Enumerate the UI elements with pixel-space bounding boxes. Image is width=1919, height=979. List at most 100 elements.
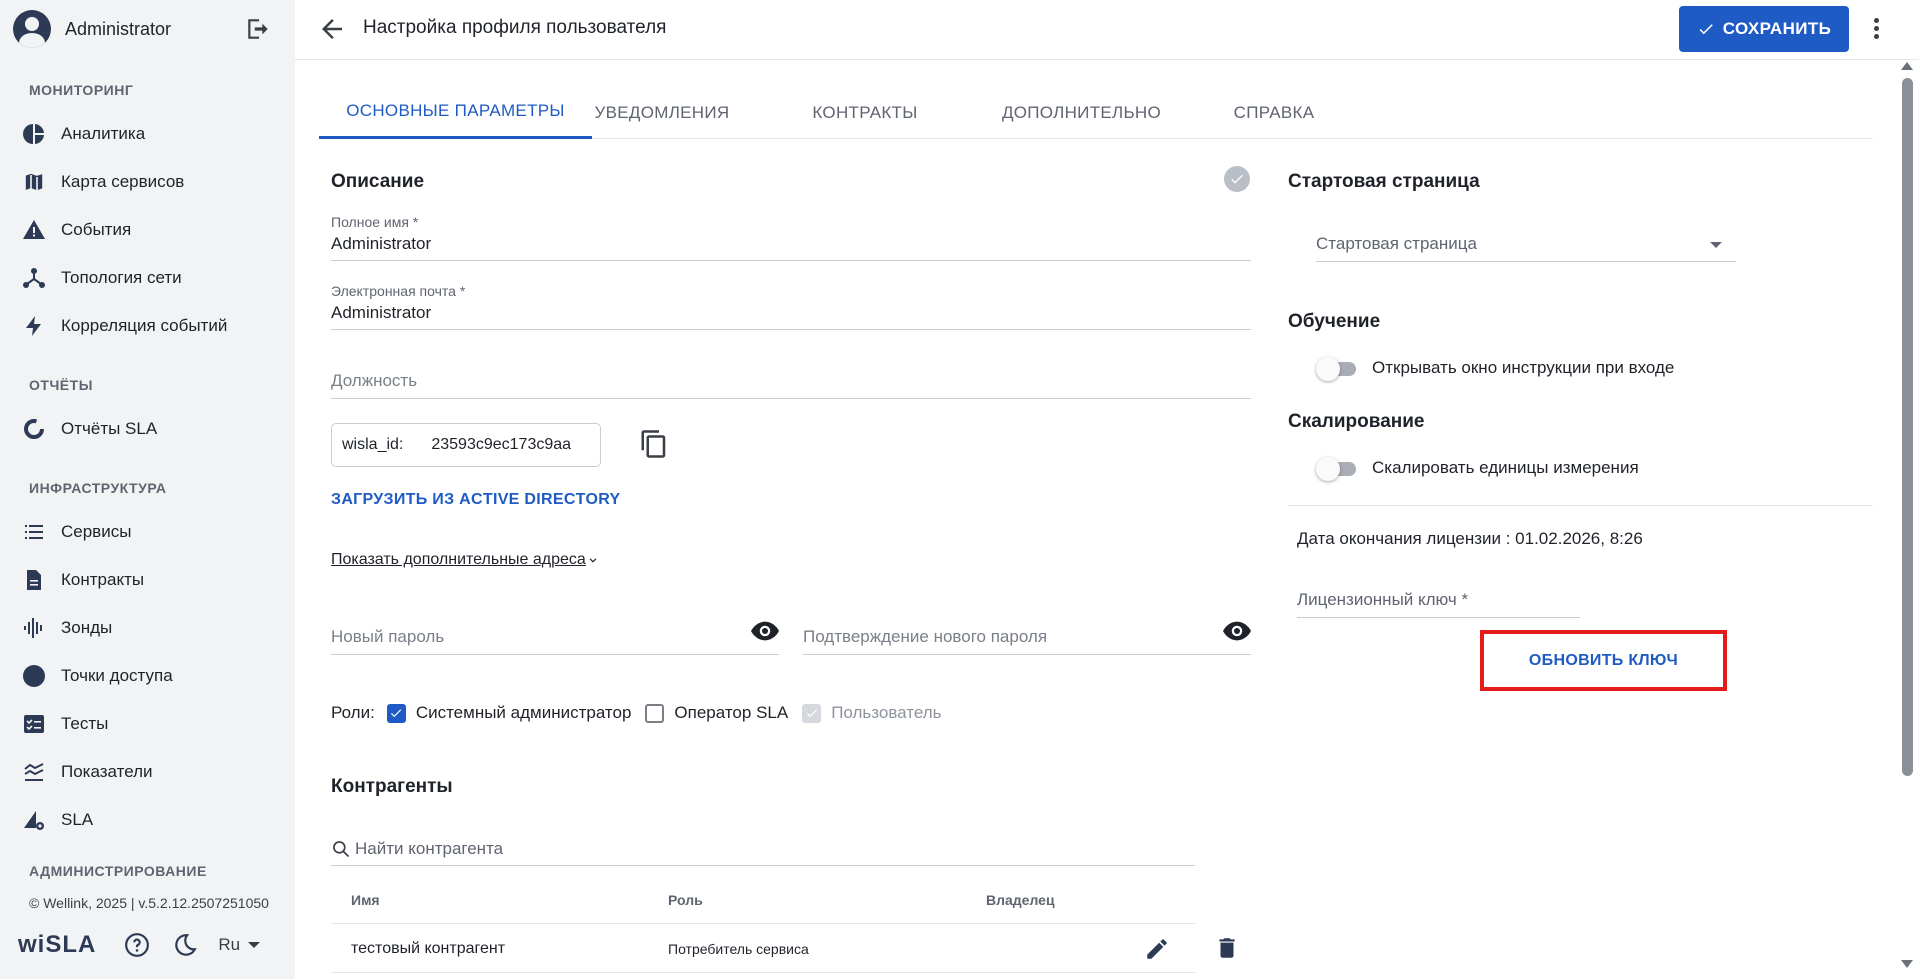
cell-role: Потребитель сервиса	[668, 940, 809, 957]
tab-basic[interactable]: ОСНОВНЫЕ ПАРАМЕТРЫ	[319, 86, 592, 139]
user-profile[interactable]: Administrator	[13, 10, 283, 48]
training-toggle-label: Открывать окно инструкции при входе	[1372, 358, 1675, 377]
eye-icon[interactable]	[751, 621, 779, 641]
scroll-down-arrow[interactable]	[1901, 960, 1913, 968]
map-icon	[20, 168, 48, 196]
chevron-down-icon	[589, 558, 597, 563]
sidebar-item-label: Контракты	[61, 570, 145, 589]
wisla-id-field[interactable]: wisla_id: 23593c9ec173c9aa	[331, 423, 601, 467]
search-placeholder: Найти контрагента	[355, 838, 504, 858]
description-title: Описание	[331, 171, 425, 192]
sidebar-item-analytics[interactable]: Аналитика	[20, 117, 280, 151]
sidebar-item-label: Показатели	[61, 762, 153, 781]
table-header: Имя Роль Владелец	[331, 877, 1195, 924]
sidebar-item-label: Тесты	[61, 714, 109, 733]
tab-help[interactable]: СПРАВКА	[1216, 86, 1332, 139]
license-key-field[interactable]: Лицензионный ключ *	[1297, 586, 1580, 618]
sidebar-item-label: Отчёты SLA	[61, 419, 158, 438]
tab-additional[interactable]: ДОПОЛНИТЕЛЬНО	[995, 86, 1168, 139]
full-name-field[interactable]: Полное имя * Administrator	[331, 210, 1251, 261]
dark-mode-icon[interactable]	[170, 930, 200, 960]
back-arrow-icon[interactable]	[317, 14, 347, 44]
sidebar-item-tests[interactable]: Тесты	[20, 707, 280, 741]
load-from-ad-button[interactable]: ЗАГРУЗИТЬ ИЗ ACTIVE DIRECTORY	[331, 491, 620, 509]
save-button[interactable]: СОХРАНИТЬ	[1679, 6, 1849, 52]
scrollbar-thumb[interactable]	[1902, 78, 1913, 776]
save-label: СОХРАНИТЬ	[1722, 19, 1832, 38]
sidebar-item-contracts[interactable]: Контракты	[20, 563, 280, 597]
role-label: Системный администратор	[415, 703, 632, 722]
language-value: Ru	[218, 935, 241, 954]
signal-icon	[20, 614, 48, 642]
chevron-down-icon	[1710, 242, 1722, 248]
show-more-label: Показать дополнительные адреса	[331, 551, 586, 568]
sidebar-item-service-map[interactable]: Карта сервисов	[20, 165, 280, 199]
sidebar-footer: wiSLA Ru	[18, 928, 278, 962]
search-icon	[333, 840, 350, 857]
sidebar-item-label: Аналитика	[61, 124, 146, 143]
show-more-addresses-link[interactable]: Показать дополнительные адреса	[331, 551, 600, 569]
role-label: Оператор SLA	[674, 703, 789, 722]
donut-icon	[20, 415, 48, 443]
help-icon[interactable]	[122, 930, 152, 960]
counterparty-search-input[interactable]: Найти контрагента	[331, 832, 1195, 866]
language-select[interactable]: Ru	[218, 935, 261, 955]
copyright: © Wellink, 2025 | v.5.2.12.2507251050	[29, 895, 269, 911]
new-password-field[interactable]: Новый пароль	[331, 619, 779, 655]
copy-icon[interactable]	[639, 429, 669, 459]
license-expiry: Дата окончания лицензии : 01.02.2026, 8:…	[1297, 529, 1643, 548]
sidebar-item-services[interactable]: Сервисы	[20, 515, 280, 549]
confirm-password-field[interactable]: Подтверждение нового пароля	[803, 619, 1251, 655]
sla-gear-icon	[20, 806, 48, 834]
confirm-password-placeholder: Подтверждение нового пароля	[803, 627, 1048, 646]
sidebar-item-sla[interactable]: SLA	[20, 803, 280, 837]
position-field[interactable]: Должность	[331, 367, 1251, 399]
scroll-up-arrow[interactable]	[1901, 62, 1913, 70]
wisla-id-value: 23593c9ec173c9aa	[431, 436, 572, 453]
training-toggle[interactable]	[1316, 357, 1358, 381]
tab-contracts[interactable]: КОНТРАКТЫ	[794, 86, 936, 139]
sidebar-item-label: Сервисы	[61, 522, 132, 541]
sidebar-item-events[interactable]: События	[20, 213, 280, 247]
edit-icon[interactable]	[1144, 936, 1170, 962]
sidebar: Administrator МОНИТОРИНГ Аналитика Карта…	[0, 0, 295, 979]
roles-group: Роли: Системный администратор Оператор S…	[331, 700, 954, 726]
sidebar-item-sla-reports[interactable]: Отчёты SLA	[20, 412, 280, 446]
sidebar-item-label: Топология сети	[61, 268, 182, 287]
sidebar-item-correlation[interactable]: Корреляция событий	[20, 309, 280, 343]
scaling-toggle-row: Скалировать единицы измерения	[1316, 453, 1639, 483]
email-field[interactable]: Электронная почта * Administrator	[331, 279, 1251, 330]
table-row[interactable]: тестовый контрагент Потребитель сервиса	[331, 925, 1195, 973]
sidebar-item-label: Корреляция событий	[61, 316, 228, 335]
scaling-toggle-label: Скалировать единицы измерения	[1372, 458, 1639, 477]
sidebar-item-topology[interactable]: Топология сети	[20, 261, 280, 295]
role-checkbox-sysadmin[interactable]	[386, 703, 406, 723]
training-title: Обучение	[1288, 311, 1381, 332]
sidebar-item-probes[interactable]: Зонды	[20, 611, 280, 645]
cell-name: тестовый контрагент	[351, 939, 506, 957]
refresh-key-button[interactable]: ОБНОВИТЬ КЛЮЧ	[1480, 630, 1727, 691]
topology-icon	[20, 264, 48, 292]
role-label: Пользователь	[831, 703, 942, 722]
start-page-select[interactable]: Стартовая страница	[1316, 228, 1736, 262]
delete-icon[interactable]	[1214, 934, 1240, 962]
top-bar: Настройка профиля пользователя СОХРАНИТЬ	[295, 0, 1919, 60]
more-vert-icon[interactable]	[1871, 16, 1881, 42]
full-name-value: Administrator	[331, 234, 432, 253]
avatar	[13, 10, 51, 48]
eye-icon[interactable]	[1223, 621, 1251, 641]
role-checkbox-sla-operator[interactable]	[645, 703, 665, 723]
document-icon	[20, 566, 48, 594]
sidebar-item-access-points[interactable]: Точки доступа	[20, 659, 280, 693]
circle-icon	[20, 662, 48, 690]
logout-icon[interactable]	[245, 16, 271, 42]
warning-icon	[20, 216, 48, 244]
sidebar-item-label: Точки доступа	[61, 666, 173, 685]
section-monitoring: МОНИТОРИНГ	[29, 82, 134, 98]
scaling-toggle[interactable]	[1316, 457, 1358, 481]
tab-notifications[interactable]: УВЕДОМЛЕНИЯ	[592, 86, 732, 139]
sidebar-item-metrics[interactable]: Показатели	[20, 755, 280, 789]
pie-chart-icon	[20, 120, 48, 148]
divider	[1288, 505, 1873, 506]
email-label: Электронная почта *	[331, 283, 466, 299]
